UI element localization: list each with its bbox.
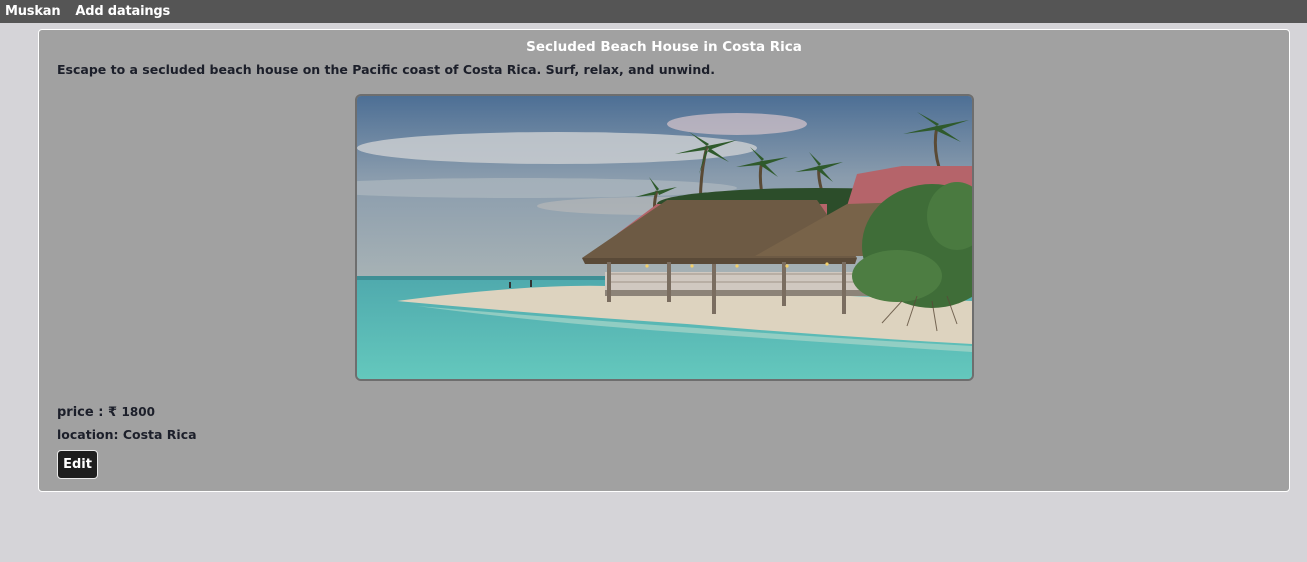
price: price : ₹ 1800 [57, 405, 155, 420]
navbar: Muskan Add dataings [0, 0, 1307, 23]
listing-image [355, 94, 974, 381]
listing-description: Escape to a secluded beach house on the … [57, 62, 715, 77]
price-value: 1800 [121, 405, 155, 419]
add-listing-link[interactable]: Add dataings [75, 4, 170, 19]
location: location: Costa Rica [57, 427, 197, 442]
price-label: price : ₹ [57, 405, 117, 420]
listing-title: Secluded Beach House in Costa Rica [526, 39, 802, 55]
edit-button[interactable]: Edit [57, 450, 98, 479]
listing-card: Secluded Beach House in Costa Rica Escap… [38, 29, 1290, 492]
brand-link[interactable]: Muskan [5, 4, 61, 19]
